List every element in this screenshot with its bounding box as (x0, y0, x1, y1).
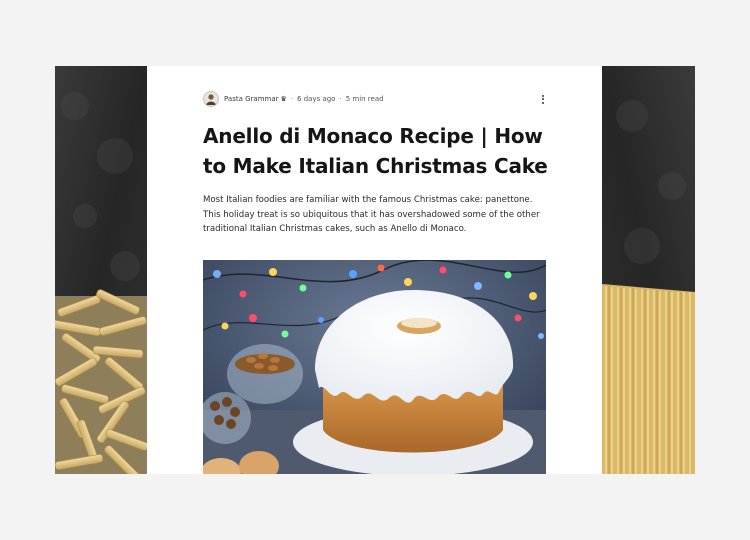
crown-icon: ♛ (280, 95, 287, 103)
right-decor-panel (602, 66, 695, 474)
avatar-image (206, 94, 216, 105)
article-card: Pasta Grammar ♛ · 6 days ago · 5 min rea… (147, 66, 602, 474)
post-date: 6 days ago (297, 95, 336, 103)
more-vertical-icon[interactable] (540, 93, 546, 105)
post-title: Anello di Monaco Recipe | How to Make It… (203, 124, 548, 178)
read-time: 5 min read (345, 95, 384, 103)
author-avatar[interactable] (203, 91, 219, 107)
post-intro: Most Italian foodies are familiar with t… (203, 195, 540, 234)
cake-photo (203, 260, 546, 474)
blog-post-frame: Pasta Grammar ♛ · 6 days ago · 5 min rea… (55, 66, 695, 474)
spaghetti-pasta-image (602, 66, 695, 474)
penne-pasta-image (55, 66, 147, 474)
left-decor-panel (55, 66, 147, 474)
hero-image (203, 260, 546, 474)
meta-separator: · (339, 95, 342, 103)
post-meta: Pasta Grammar ♛ · 6 days ago · 5 min rea… (203, 90, 546, 108)
author-name[interactable]: Pasta Grammar (224, 95, 279, 103)
meta-separator: · (290, 95, 294, 103)
